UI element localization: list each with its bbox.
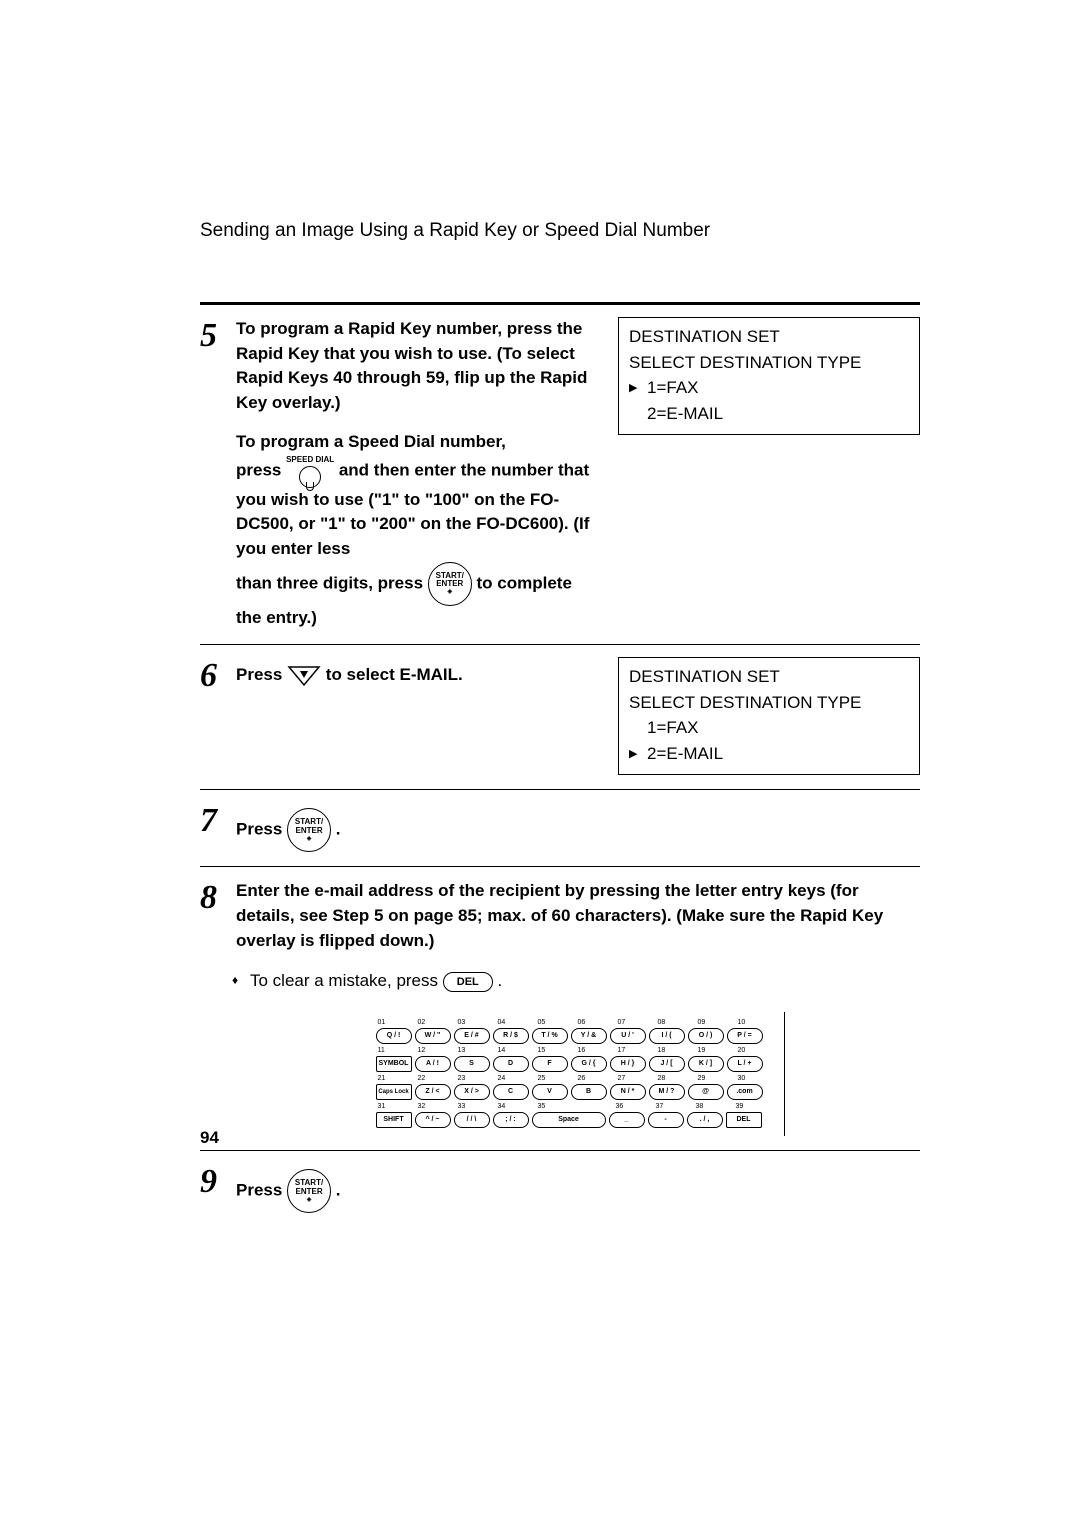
step-number: 6 xyxy=(200,657,236,693)
start-enter-icon: START/ ENTER ◈ xyxy=(428,562,472,606)
step5-text3a: than three digits, press xyxy=(236,573,428,592)
step5-text2b: press xyxy=(236,460,286,479)
display-box-step5: DESTINATION SET SELECT DESTINATION TYPE … xyxy=(618,317,920,435)
step6-text-a: Press xyxy=(236,665,287,684)
speed-dial-icon: SPEED DIAL xyxy=(286,454,334,488)
step5-text2a: To program a Speed Dial number, xyxy=(236,430,598,455)
step8-bullet: To clear a mistake, press DEL . xyxy=(236,969,920,994)
start-enter-icon: START/ ENTER ◈ xyxy=(287,1169,331,1213)
step5-text1: To program a Rapid Key number, press the… xyxy=(236,317,598,416)
step6-text-b: to select E-MAIL. xyxy=(326,665,463,684)
display-box-step6: DESTINATION SET SELECT DESTINATION TYPE … xyxy=(618,657,920,775)
step8-text: Enter the e-mail address of the recipien… xyxy=(236,879,920,953)
down-arrow-key-icon xyxy=(287,665,321,687)
step-number: 8 xyxy=(200,879,236,915)
step9-text-a: Press xyxy=(236,1181,287,1200)
step-8: 8 Enter the e-mail address of the recipi… xyxy=(200,867,920,1150)
page-header: Sending an Image Using a Rapid Key or Sp… xyxy=(200,220,920,242)
step-number: 7 xyxy=(200,802,236,838)
page-number: 94 xyxy=(200,1128,219,1148)
step9-text-b: . xyxy=(336,1181,341,1200)
step-7: 7 Press START/ ENTER ◈ . xyxy=(200,790,920,866)
step-number: 9 xyxy=(200,1163,236,1199)
del-key-icon: DEL xyxy=(443,972,493,992)
step7-text-b: . xyxy=(336,820,341,839)
letter-entry-keyboard: 01020304050607080910 Q / !W / "E / #R / … xyxy=(372,1012,785,1137)
step-5: 5 To program a Rapid Key number, press t… xyxy=(200,305,920,644)
step7-text-a: Press xyxy=(236,820,287,839)
step-number: 5 xyxy=(200,317,236,353)
step-9: 9 Press START/ ENTER ◈ . xyxy=(200,1151,920,1227)
start-enter-icon: START/ ENTER ◈ xyxy=(287,808,331,852)
step-6: 6 Press to select E-MAIL. DESTINATION SE… xyxy=(200,645,920,789)
